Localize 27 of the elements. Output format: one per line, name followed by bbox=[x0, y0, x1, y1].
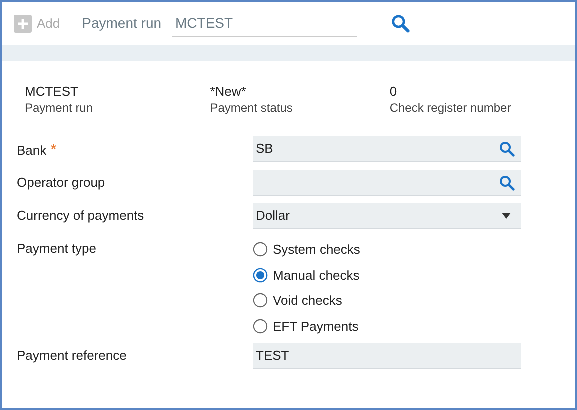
dropdown[interactable]: Dollar bbox=[253, 203, 521, 229]
lookup-field[interactable]: SB bbox=[253, 136, 521, 162]
search-icon[interactable] bbox=[390, 14, 410, 33]
payment-run-field[interactable]: MCTEST bbox=[172, 10, 357, 36]
lookup-field[interactable] bbox=[253, 170, 521, 196]
summary-label: Check register number bbox=[390, 100, 512, 116]
field-label: Payment reference bbox=[17, 348, 127, 363]
radio-option[interactable]: System checks bbox=[253, 240, 521, 260]
input-field[interactable]: TEST bbox=[253, 343, 521, 369]
search-icon[interactable] bbox=[499, 141, 515, 157]
summary-value: *New* bbox=[210, 84, 248, 100]
field-label: Payment type bbox=[17, 241, 96, 256]
radio-option[interactable]: Manual checks bbox=[253, 266, 521, 285]
search-icon[interactable] bbox=[499, 175, 515, 191]
field-label: Payment run bbox=[82, 14, 162, 33]
field-label: Currency of payments bbox=[17, 208, 144, 223]
summary-label: Payment status bbox=[210, 100, 294, 116]
caret-icon bbox=[502, 213, 511, 219]
summary-value: MCTEST bbox=[25, 84, 80, 100]
plus-icon bbox=[14, 14, 32, 32]
field-label: Bank bbox=[17, 143, 47, 158]
field-label: Operator group bbox=[17, 175, 106, 190]
summary-label: Payment run bbox=[25, 100, 94, 116]
required-mark: * bbox=[50, 142, 57, 159]
radio-option[interactable]: Void checks bbox=[253, 291, 521, 310]
radio-option[interactable]: EFT Payments bbox=[253, 316, 521, 336]
summary-value: 0 bbox=[390, 84, 398, 100]
